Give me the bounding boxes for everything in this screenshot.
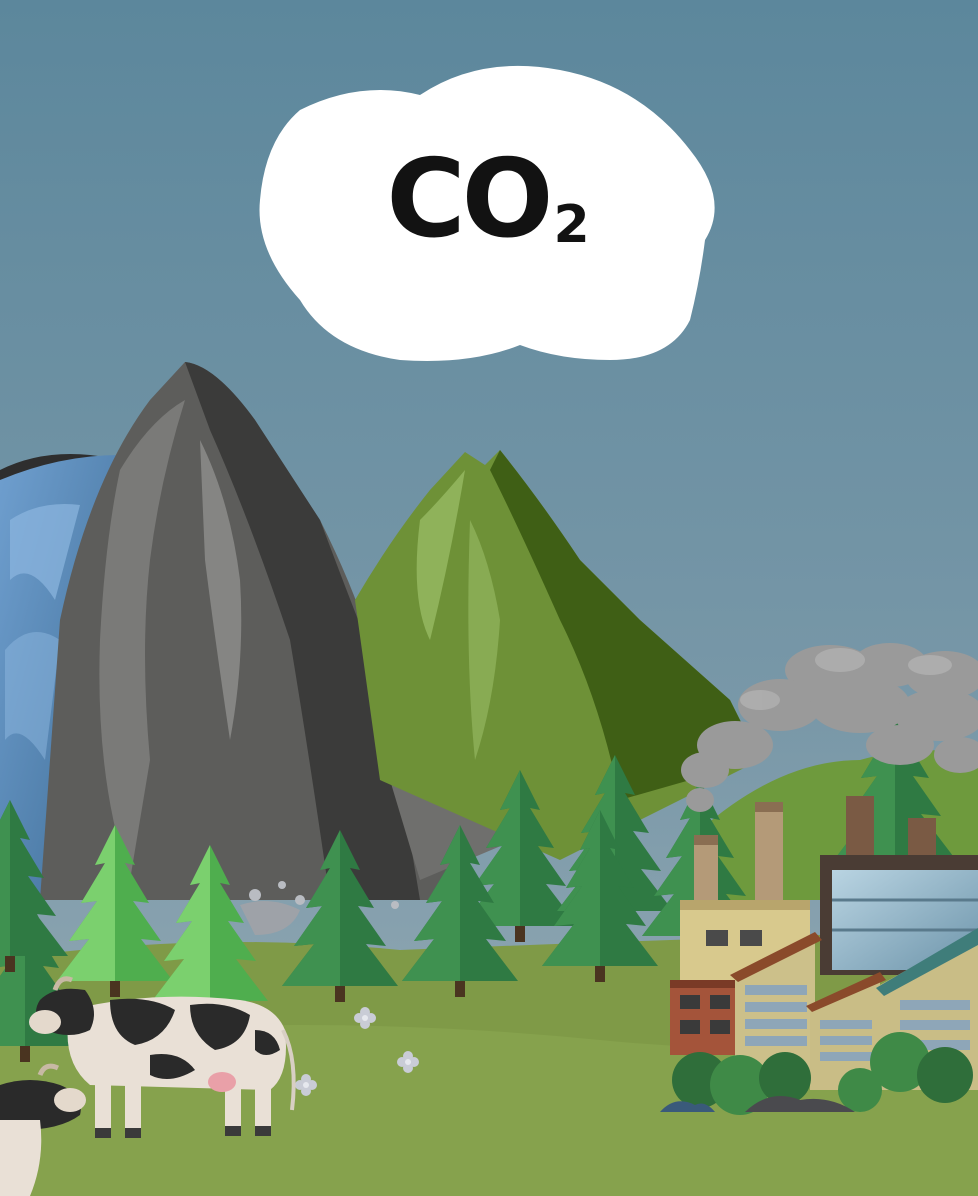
co2-subscript: 2 (553, 195, 590, 255)
co2-text: CO2 (318, 140, 658, 260)
environment-scene: CO2 (0, 0, 978, 1196)
co2-symbol: CO (386, 137, 553, 262)
